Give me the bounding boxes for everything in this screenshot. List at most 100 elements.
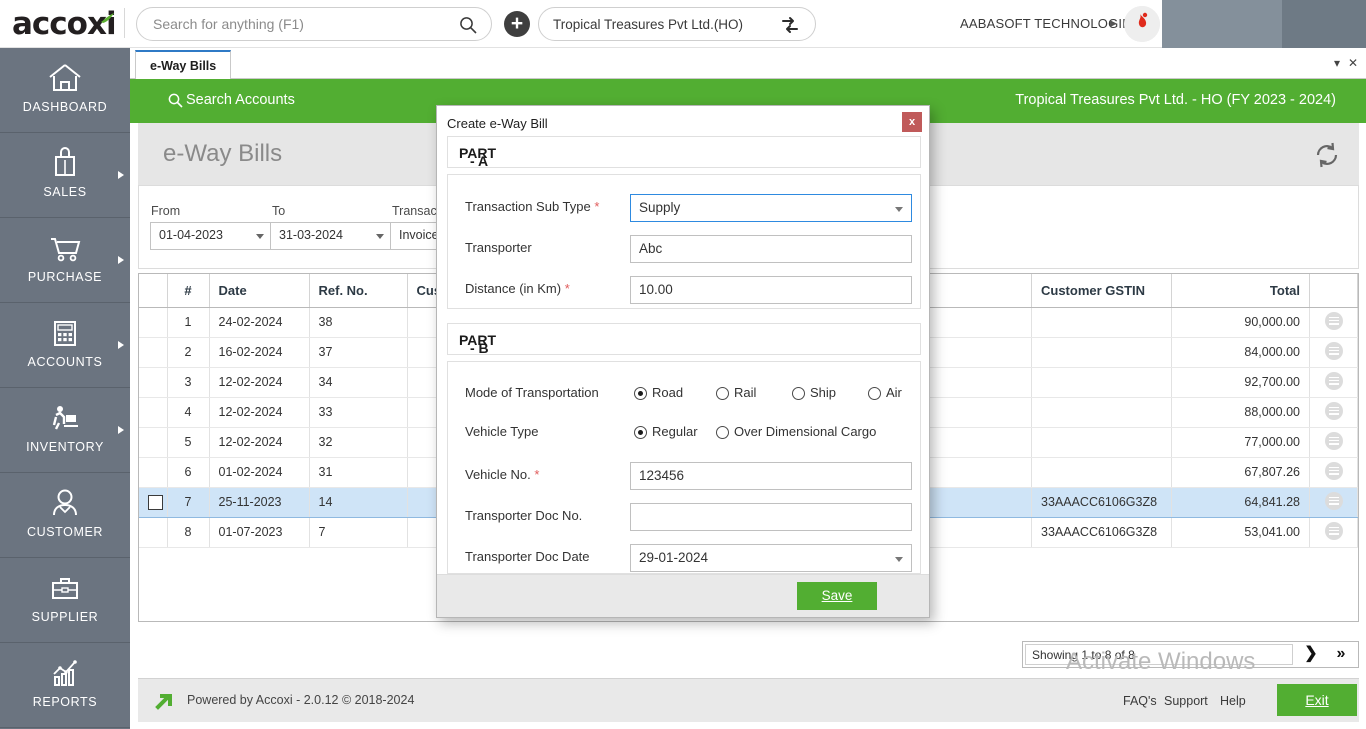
sidebar-item-label: SALES	[0, 185, 130, 199]
logo-leaf-icon	[101, 13, 114, 23]
transporter-label: Transporter	[465, 240, 532, 255]
app-window: accoxi Search for anything (F1) + Tropic…	[0, 0, 1366, 729]
sidebar-item-label: ACCOUNTS	[0, 355, 130, 369]
sidebar-item-sales[interactable]: SALES	[0, 133, 130, 218]
last-page-button[interactable]: »	[1327, 644, 1355, 665]
org-caret-icon[interactable]: ▶	[1110, 18, 1117, 29]
search-input[interactable]: Search for anything (F1)	[153, 16, 304, 32]
cell-total: 77,000.00	[1172, 427, 1310, 457]
part-a-heading: PART - A	[447, 136, 921, 168]
cell-actions[interactable]	[1310, 397, 1358, 427]
sidebar-item-inventory[interactable]: INVENTORY	[0, 388, 130, 473]
tab-list-dropdown[interactable]: ▾	[1334, 56, 1340, 70]
search-accounts-button[interactable]: Search Accounts	[186, 92, 295, 108]
row-menu-icon[interactable]	[1325, 522, 1343, 540]
forklift-icon	[0, 401, 130, 435]
row-checkbox-cell[interactable]	[139, 427, 167, 457]
row-checkbox-cell[interactable]	[139, 307, 167, 337]
sidebar-item-label: SUPPLIER	[0, 610, 130, 624]
save-button[interactable]: Save	[797, 582, 877, 610]
vehicle-no-input[interactable]: 123456	[630, 462, 912, 490]
cell-index: 4	[167, 397, 209, 427]
refresh-icon[interactable]	[1312, 140, 1342, 170]
exit-button[interactable]: Exit	[1277, 684, 1357, 716]
cell-index: 7	[167, 487, 209, 517]
sidebar-item-accounts[interactable]: ACCOUNTS	[0, 303, 130, 388]
sidebar-item-dashboard[interactable]: DASHBOARD	[0, 48, 130, 133]
add-new-button[interactable]: +	[504, 11, 530, 37]
support-link[interactable]: Support	[1164, 694, 1208, 708]
cell-actions[interactable]	[1310, 337, 1358, 367]
row-checkbox-cell[interactable]	[139, 517, 167, 547]
row-menu-icon[interactable]	[1325, 462, 1343, 480]
row-checkbox-cell[interactable]	[139, 367, 167, 397]
avatar[interactable]	[1124, 6, 1160, 42]
company-selector-label: Tropical Treasures Pvt Ltd.(HO)	[553, 17, 743, 32]
transaction-sub-type-value: Supply	[639, 200, 680, 215]
from-date-picker[interactable]: 01-04-2023	[150, 222, 272, 250]
cell-actions[interactable]	[1310, 367, 1358, 397]
cell-actions[interactable]	[1310, 487, 1358, 517]
search-icon	[459, 16, 477, 34]
row-menu-icon[interactable]	[1325, 492, 1343, 510]
cell-total: 90,000.00	[1172, 307, 1310, 337]
row-checkbox-cell[interactable]	[139, 487, 167, 517]
global-search[interactable]: Search for anything (F1)	[136, 7, 492, 41]
cell-index: 6	[167, 457, 209, 487]
faq-link[interactable]: FAQ's	[1123, 694, 1157, 708]
to-date-picker[interactable]: 31-03-2024	[270, 222, 392, 250]
sidebar-item-supplier[interactable]: SUPPLIER	[0, 558, 130, 643]
cell-actions[interactable]	[1310, 517, 1358, 547]
cell-actions[interactable]	[1310, 457, 1358, 487]
row-checkbox-cell[interactable]	[139, 457, 167, 487]
cell-date: 25-11-2023	[209, 487, 309, 517]
sidebar-item-customer[interactable]: CUSTOMER	[0, 473, 130, 558]
company-selector[interactable]: Tropical Treasures Pvt Ltd.(HO)	[538, 7, 816, 41]
distance-input[interactable]: 10.00	[630, 276, 912, 304]
row-menu-icon[interactable]	[1325, 342, 1343, 360]
row-menu-icon[interactable]	[1325, 372, 1343, 390]
cell-customer-gstin	[1032, 337, 1172, 367]
cell-actions[interactable]	[1310, 307, 1358, 337]
dialog-close-button[interactable]: x	[902, 112, 922, 132]
cell-customer-gstin	[1032, 457, 1172, 487]
transporter-doc-date-value: 29-01-2024	[639, 550, 708, 565]
sidebar-item-reports[interactable]: REPORTS	[0, 643, 130, 728]
col-ref-no: Ref. No.	[309, 274, 407, 307]
col-select	[139, 274, 167, 307]
cell-ref-no: 38	[309, 307, 407, 337]
transaction-sub-type-select[interactable]: Supply	[630, 194, 912, 222]
transporter-doc-no-input[interactable]	[630, 503, 912, 531]
next-page-button[interactable]: ❯	[1297, 644, 1325, 665]
row-checkbox-cell[interactable]	[139, 337, 167, 367]
dialog-title: Create e-Way Bill	[447, 116, 548, 131]
to-label: To	[272, 204, 285, 218]
switch-company-icon[interactable]	[779, 14, 801, 36]
label-text: Vehicle No.	[465, 467, 531, 482]
transaction-sub-type-label: Transaction Sub Type *	[465, 199, 599, 214]
sidebar-item-purchase[interactable]: PURCHASE	[0, 218, 130, 303]
row-menu-icon[interactable]	[1325, 312, 1343, 330]
row-checkbox-cell[interactable]	[139, 397, 167, 427]
row-checkbox[interactable]	[148, 495, 163, 510]
transporter-doc-date-picker[interactable]: 29-01-2024	[630, 544, 912, 572]
tab-close-icon[interactable]: ✕	[1348, 56, 1358, 70]
row-menu-icon[interactable]	[1325, 432, 1343, 450]
label-text: Distance (in Km)	[465, 281, 561, 296]
transporter-input[interactable]: Abc	[630, 235, 912, 263]
chevron-right-icon	[118, 426, 124, 434]
cell-date: 12-02-2024	[209, 427, 309, 457]
cell-customer-gstin	[1032, 397, 1172, 427]
cell-ref-no: 14	[309, 487, 407, 517]
cell-date: 24-02-2024	[209, 307, 309, 337]
activate-windows-title: Activate Windows	[1066, 648, 1255, 676]
tab-eway-bills[interactable]: e-Way Bills	[135, 50, 231, 79]
row-menu-icon[interactable]	[1325, 402, 1343, 420]
shopping-bag-icon	[0, 146, 130, 180]
part-b-heading: PART - B	[447, 323, 921, 355]
radio-label: Road	[652, 385, 683, 400]
radio-dot	[868, 387, 881, 400]
vehicle-type-label: Vehicle Type	[465, 424, 538, 439]
help-link[interactable]: Help	[1220, 694, 1246, 708]
cell-actions[interactable]	[1310, 427, 1358, 457]
